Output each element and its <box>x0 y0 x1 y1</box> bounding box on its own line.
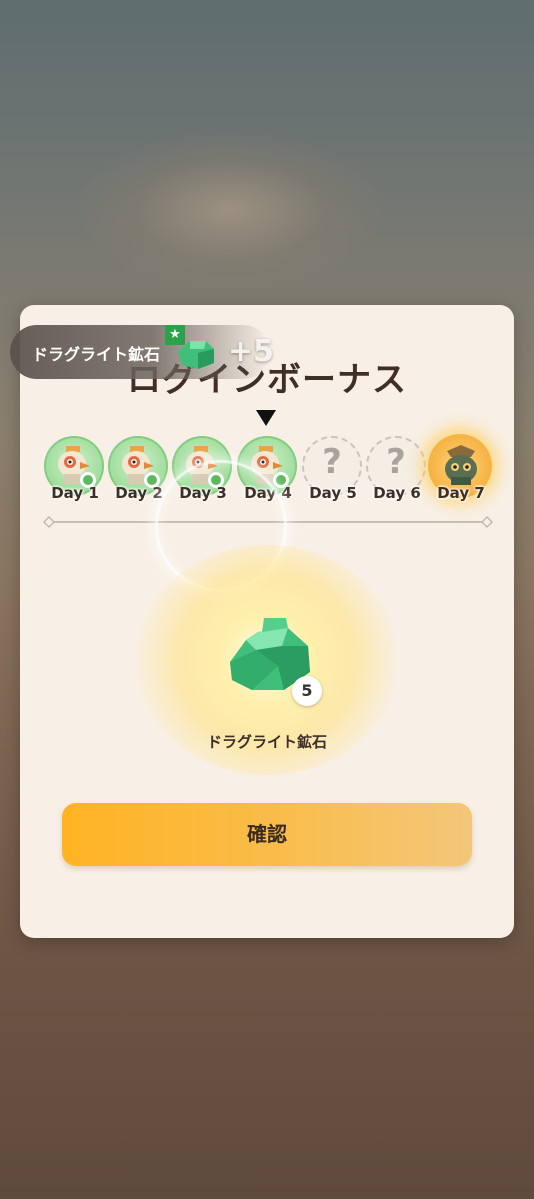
star-icon: ★ <box>165 325 185 345</box>
background-glow <box>80 130 380 290</box>
day-slot-6: ? Day 6 <box>366 436 428 502</box>
day-slot-2: Day 2 <box>108 436 170 502</box>
day-slot-1: Day 1 <box>44 436 106 502</box>
day-label: Day 5 <box>309 484 357 502</box>
day-label: Day 7 <box>437 484 485 502</box>
day-label: Day 1 <box>51 484 99 502</box>
bird-character-icon <box>58 446 96 488</box>
confirm-button[interactable]: 確認 <box>62 803 472 866</box>
toast-item-name: ドラグライト鉱石 <box>32 345 161 364</box>
toast-amount: +5 <box>228 334 275 369</box>
question-mark-icon: ? <box>322 442 342 482</box>
question-mark-icon: ? <box>386 442 406 482</box>
day-slot-7: Day 7 <box>428 434 492 502</box>
day-slot-5: ? Day 5 <box>302 436 364 502</box>
reward-toast: ドラグライト鉱石 +5 <box>10 325 274 379</box>
bird-character-icon <box>122 446 160 488</box>
current-day-marker-icon <box>256 410 276 426</box>
reward-count-badge: 5 <box>292 676 322 706</box>
reward-name: ドラグライト鉱石 <box>206 733 327 751</box>
day-label: Day 6 <box>373 484 421 502</box>
